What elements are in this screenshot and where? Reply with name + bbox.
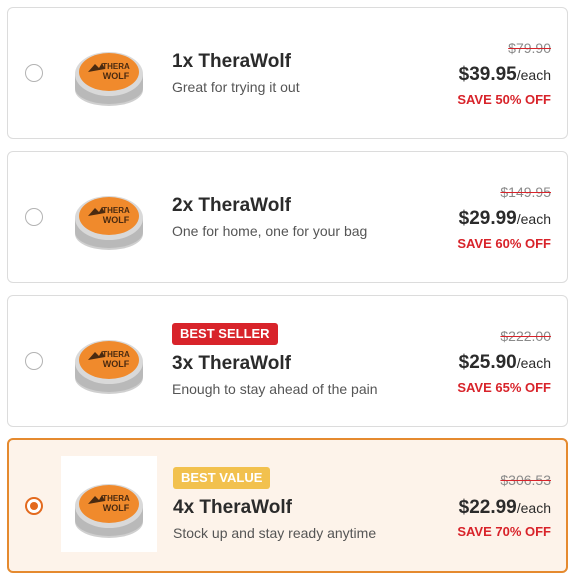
radio-icon[interactable] — [25, 352, 43, 370]
option-subtitle: Enough to stay ahead of the pain — [172, 381, 378, 397]
price-unit: /each — [516, 500, 551, 516]
price-amount: $25.90 — [458, 352, 517, 373]
radio-icon[interactable] — [25, 497, 43, 515]
svg-text:WOLF: WOLF — [103, 359, 130, 369]
bundle-options: THERA WOLF 1x TheraWolf Great for trying… — [0, 0, 577, 582]
price-amount: $39.95 — [458, 64, 517, 85]
option-title: 1x TheraWolf — [172, 51, 291, 72]
svg-text:THERA: THERA — [102, 494, 130, 503]
radio-icon[interactable] — [25, 64, 43, 82]
price-amount: $29.99 — [458, 208, 517, 229]
option-title: 4x TheraWolf — [173, 497, 292, 518]
option-subtitle: One for home, one for your bag — [172, 223, 368, 239]
radio-icon[interactable] — [25, 208, 43, 226]
therawolf-tin-icon: THERA WOLF — [61, 312, 157, 408]
original-price: $306.53 — [500, 472, 551, 488]
svg-text:WOLF: WOLF — [103, 215, 130, 225]
bundle-option-4x[interactable]: THERA WOLF BEST VALUE 4x TheraWolf Stock… — [7, 438, 568, 573]
price-amount: $22.99 — [458, 497, 517, 518]
option-subtitle: Stock up and stay ready anytime — [173, 525, 377, 541]
savings-label: SAVE 50% OFF — [457, 92, 551, 107]
price-per-each: $22.99/each — [459, 497, 551, 519]
option-subtitle: Great for trying it out — [172, 79, 300, 95]
option-title: 3x TheraWolf — [172, 353, 291, 374]
svg-text:THERA: THERA — [102, 206, 130, 215]
price-per-each: $39.95/each — [459, 64, 551, 86]
price-per-each: $25.90/each — [459, 352, 551, 374]
therawolf-tin-icon: THERA WOLF — [61, 168, 157, 264]
best-seller-badge: BEST SELLER — [172, 323, 278, 345]
svg-text:THERA: THERA — [102, 350, 130, 359]
radio-selected-dot — [30, 502, 38, 510]
savings-label: SAVE 65% OFF — [457, 380, 551, 395]
bundle-option-2x[interactable]: THERA WOLF 2x TheraWolf One for home, on… — [7, 151, 568, 283]
original-price: $79.90 — [508, 40, 551, 56]
therawolf-tin-icon: THERA WOLF — [61, 456, 157, 552]
original-price: $149.95 — [500, 184, 551, 200]
svg-text:WOLF: WOLF — [103, 503, 130, 513]
therawolf-tin-icon: THERA WOLF — [61, 24, 157, 120]
best-value-badge: BEST VALUE — [173, 467, 271, 489]
svg-text:WOLF: WOLF — [103, 71, 130, 81]
bundle-option-3x[interactable]: THERA WOLF BEST SELLER 3x TheraWolf Enou… — [7, 295, 568, 427]
price-per-each: $29.99/each — [459, 208, 551, 230]
original-price: $222.00 — [500, 328, 551, 344]
savings-label: SAVE 60% OFF — [457, 236, 551, 251]
price-unit: /each — [516, 67, 551, 83]
price-unit: /each — [516, 211, 551, 227]
price-unit: /each — [516, 355, 551, 371]
savings-label: SAVE 70% OFF — [457, 524, 551, 539]
svg-text:THERA: THERA — [102, 62, 130, 71]
option-title: 2x TheraWolf — [172, 195, 291, 216]
bundle-option-1x[interactable]: THERA WOLF 1x TheraWolf Great for trying… — [7, 7, 568, 139]
